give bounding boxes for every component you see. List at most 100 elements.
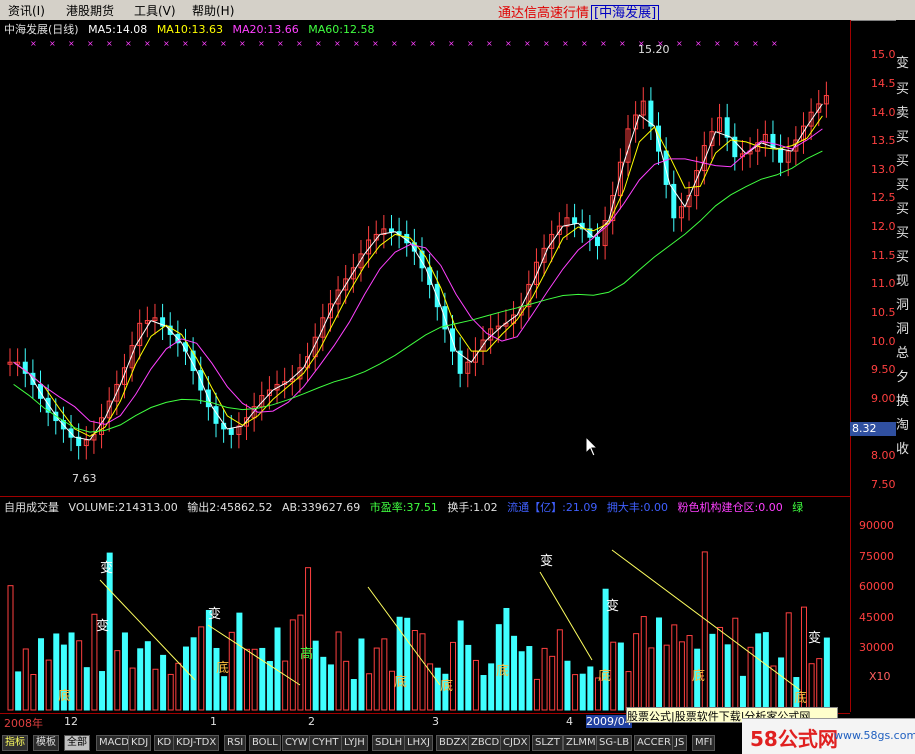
signal-marker: × bbox=[372, 39, 379, 48]
volume-bar bbox=[175, 662, 182, 711]
tab-cyht[interactable]: CYHT bbox=[309, 735, 342, 751]
tab-template[interactable]: 模板 bbox=[33, 735, 59, 751]
volume-bar bbox=[579, 673, 586, 711]
signal-marker: × bbox=[315, 39, 322, 48]
candle-body bbox=[38, 383, 44, 399]
volume-bar bbox=[732, 617, 739, 711]
tab-kdj-tdx[interactable]: KDJ-TDX bbox=[173, 735, 220, 751]
mouse-cursor-icon bbox=[585, 436, 599, 457]
tab-sg-lb[interactable]: SG-LB bbox=[596, 735, 633, 751]
tab-lhxj[interactable]: LHXJ bbox=[404, 735, 433, 751]
tab-mfi[interactable]: MFI bbox=[692, 735, 716, 751]
tab-cjdx[interactable]: CJDX bbox=[500, 735, 531, 751]
ma5-label: MA5:14.08 bbox=[88, 23, 148, 36]
signal-marker: × bbox=[714, 39, 721, 48]
menu-item-tools[interactable]: 工具(V) bbox=[134, 2, 176, 19]
volume-bar bbox=[625, 671, 632, 711]
tab-js[interactable]: JS bbox=[672, 735, 688, 751]
volume-bar bbox=[640, 616, 647, 711]
volume-bar bbox=[648, 647, 655, 711]
volume-bar bbox=[358, 638, 365, 711]
signal-marker: × bbox=[486, 39, 493, 48]
signal-marker: × bbox=[410, 39, 417, 48]
tab-kd[interactable]: KD bbox=[154, 735, 175, 751]
annotation-bian: 变 bbox=[100, 560, 113, 576]
annotation-di: 底 bbox=[496, 663, 509, 679]
volume-bar bbox=[564, 660, 571, 711]
volume-bar bbox=[320, 656, 327, 711]
tab-lyjh[interactable]: LYJH bbox=[341, 735, 368, 751]
date-label: 2 bbox=[308, 715, 315, 728]
volume-bar bbox=[808, 663, 815, 711]
volume-bar bbox=[709, 633, 716, 711]
tab-sdlh[interactable]: SDLH bbox=[372, 735, 406, 751]
signal-marker: × bbox=[524, 39, 531, 48]
trend-line bbox=[207, 624, 301, 686]
high-price-label: 15.20 bbox=[638, 43, 670, 56]
volume-bar bbox=[717, 626, 724, 711]
tab-slzt[interactable]: SLZT bbox=[532, 735, 563, 751]
signal-word: 买 bbox=[896, 226, 910, 241]
volume-bar bbox=[99, 671, 106, 711]
volume-unit: X10 bbox=[869, 670, 891, 683]
tab-bdzx[interactable]: BDZX bbox=[436, 735, 471, 751]
tab-cyw[interactable]: CYW bbox=[282, 735, 311, 751]
volume-bar bbox=[213, 647, 220, 711]
volume-bar bbox=[549, 655, 556, 711]
volume-bar bbox=[617, 642, 624, 711]
panel-divider[interactable] bbox=[0, 496, 850, 497]
ma60-line bbox=[13, 150, 823, 433]
tab-rsi[interactable]: RSI bbox=[224, 735, 247, 751]
volume-bar bbox=[15, 671, 22, 711]
menu-item-help[interactable]: 帮助(H) bbox=[192, 2, 234, 19]
volume-bar bbox=[518, 651, 525, 711]
indicator-legend: 自用成交量 VOLUME:214313.00 输出2:45862.52 AB:3… bbox=[4, 499, 809, 514]
volume-bar bbox=[198, 626, 205, 711]
kline-chart[interactable]: × × × × × × × × × × × × × × × × × × × × × × × × × × × × × × × × × × × × × × × ×… bbox=[0, 20, 850, 713]
annotation-di: 底 bbox=[598, 668, 611, 684]
pink-zone-value: 粉色机构建仓区:0.00 bbox=[677, 501, 783, 514]
volume-bar bbox=[297, 614, 304, 711]
tab-accer[interactable]: ACCER bbox=[634, 735, 674, 751]
tab-boll[interactable]: BOLL bbox=[249, 735, 281, 751]
signal-marker: × bbox=[448, 39, 455, 48]
volume-bar bbox=[144, 641, 151, 711]
volume-bar bbox=[83, 667, 90, 711]
annotation-di: 底 bbox=[58, 688, 71, 704]
low-price-label: 7.63 bbox=[72, 472, 97, 485]
signal-marker: × bbox=[543, 39, 550, 48]
menu-item-hk-futures[interactable]: 港股期货 bbox=[66, 2, 114, 19]
volume-bar bbox=[251, 648, 258, 711]
signal-word: 买 bbox=[896, 82, 910, 97]
tab-kdj[interactable]: KDJ bbox=[128, 735, 152, 751]
volume-bar bbox=[419, 633, 426, 711]
volume-bar bbox=[381, 638, 388, 711]
signal-marker: × bbox=[619, 39, 626, 48]
volume-bar bbox=[30, 674, 37, 711]
volume-bar bbox=[282, 660, 289, 711]
signal-marker: × bbox=[695, 39, 702, 48]
tab-zbcd[interactable]: ZBCD bbox=[468, 735, 503, 751]
volume-bar bbox=[167, 673, 174, 711]
big-buyer-value: 拥大丰:0.00 bbox=[606, 501, 669, 514]
annotation-di: 底 bbox=[394, 674, 407, 690]
volume-bar bbox=[7, 585, 14, 711]
ma5-line bbox=[13, 103, 823, 441]
turnover-value: 换手:1.02 bbox=[447, 501, 498, 514]
volume-bar bbox=[816, 658, 823, 711]
volume-bar bbox=[533, 678, 540, 711]
price-tick: 7.50 bbox=[871, 478, 896, 491]
menu-item-info[interactable]: 资讯(I) bbox=[8, 2, 45, 19]
tab-macd[interactable]: MACD bbox=[96, 735, 132, 751]
tab-zlmm[interactable]: ZLMM bbox=[563, 735, 599, 751]
volume-bar bbox=[22, 648, 29, 711]
signal-marker: × bbox=[771, 39, 778, 48]
volume-tick: 30000 bbox=[859, 641, 894, 654]
volume-bar bbox=[335, 631, 342, 711]
volume-bar bbox=[762, 632, 769, 711]
volume-bar bbox=[480, 675, 487, 711]
tab-indicator[interactable]: 指标 bbox=[2, 735, 28, 751]
signal-word: 变 bbox=[896, 56, 910, 71]
tab-all[interactable]: 全部 bbox=[64, 735, 90, 751]
trend-line bbox=[539, 571, 593, 661]
